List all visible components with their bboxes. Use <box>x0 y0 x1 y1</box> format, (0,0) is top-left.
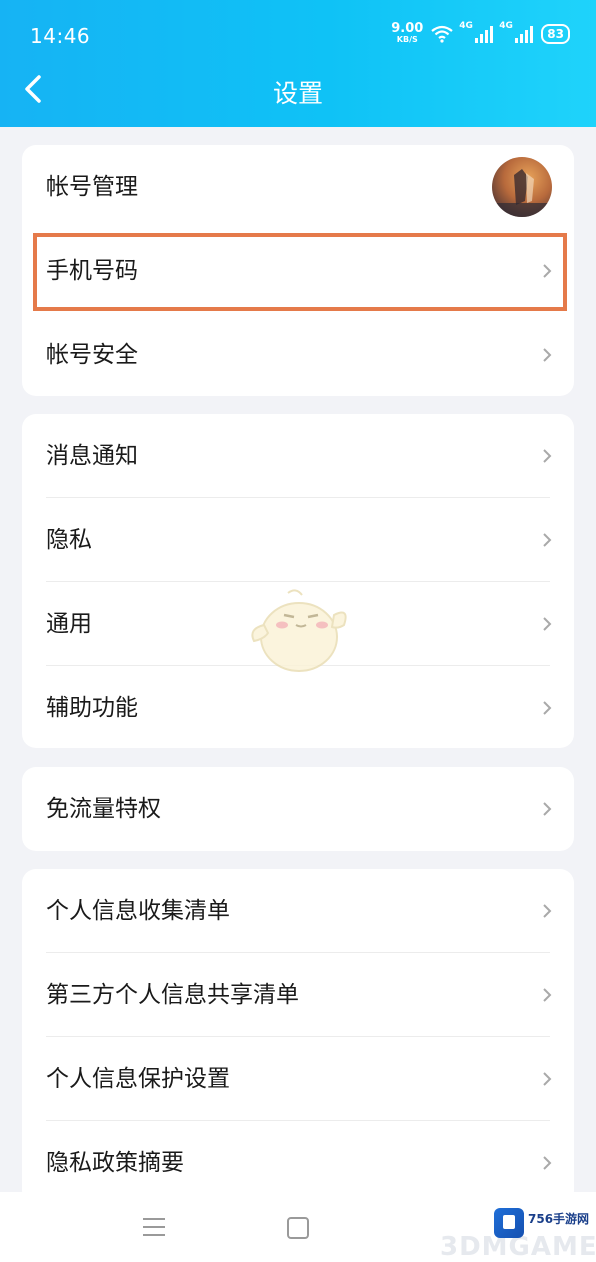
battery-indicator: 83 <box>541 23 570 44</box>
row-info-protection-settings[interactable]: 个人信息保护设置 <box>22 1037 574 1121</box>
cell-signal-1-icon: 4G <box>459 21 494 43</box>
network-speed-value: 9.00 <box>391 21 424 36</box>
chevron-right-icon <box>543 988 552 1002</box>
chevron-right-icon <box>543 1156 552 1170</box>
sig1-label: 4G <box>459 20 473 31</box>
row-privacy[interactable]: 隐私 <box>22 498 574 582</box>
sig2-label: 4G <box>499 20 513 31</box>
general-group: 消息通知 隐私 通用 辅助功能 <box>22 414 574 748</box>
row-label: 免流量特权 <box>46 796 161 822</box>
app-header: 14:46 9.00 KB/S 4G 4G 83 设置 <box>0 0 596 127</box>
chevron-right-icon <box>543 701 552 715</box>
row-account-security[interactable]: 帐号安全 <box>22 313 574 397</box>
wifi-icon <box>431 25 453 43</box>
chevron-right-icon <box>543 449 552 463</box>
chevron-right-icon <box>543 533 552 547</box>
row-label: 通用 <box>46 611 92 637</box>
chevron-right-icon <box>543 617 552 631</box>
mascot-watermark-icon <box>251 589 347 672</box>
row-label: 个人信息保护设置 <box>46 1066 230 1092</box>
row-notifications[interactable]: 消息通知 <box>22 414 574 498</box>
site-logo-text: 756手游网 <box>528 1212 590 1226</box>
highlight-box <box>33 233 567 311</box>
chevron-right-icon <box>543 348 552 362</box>
menu-icon[interactable] <box>143 1218 165 1236</box>
avatar[interactable] <box>492 157 552 217</box>
row-label: 消息通知 <box>46 443 138 469</box>
site-logo-icon <box>494 1208 524 1238</box>
avatar-image <box>492 169 552 217</box>
row-account-management[interactable]: 帐号管理 <box>22 145 574 229</box>
home-icon[interactable] <box>287 1217 309 1239</box>
personal-info-group: 个人信息收集清单 第三方个人信息共享清单 个人信息保护设置 隐私政策摘要 <box>22 869 574 1205</box>
data-free-group: 免流量特权 <box>22 767 574 851</box>
row-info-collection-list[interactable]: 个人信息收集清单 <box>22 869 574 953</box>
row-label: 第三方个人信息共享清单 <box>46 982 299 1008</box>
row-third-party-sharing-list[interactable]: 第三方个人信息共享清单 <box>22 953 574 1037</box>
cell-signal-2-icon: 4G <box>499 21 534 43</box>
chevron-right-icon <box>543 1072 552 1086</box>
network-speed: 9.00 KB/S <box>391 22 423 45</box>
page-title: 设置 <box>272 79 323 108</box>
row-data-free-privilege[interactable]: 免流量特权 <box>22 767 574 851</box>
row-accessibility[interactable]: 辅助功能 <box>22 666 574 750</box>
status-icons: 9.00 KB/S 4G 4G 83 <box>391 21 570 45</box>
network-speed-unit: KB/S <box>396 35 418 44</box>
row-label: 帐号管理 <box>46 174 138 200</box>
row-label: 辅助功能 <box>46 695 138 721</box>
row-label: 隐私 <box>46 527 92 553</box>
chevron-right-icon <box>543 802 552 816</box>
row-label: 个人信息收集清单 <box>46 898 230 924</box>
row-label: 帐号安全 <box>46 342 138 368</box>
status-time: 14:46 <box>30 24 91 48</box>
chevron-right-icon <box>543 904 552 918</box>
